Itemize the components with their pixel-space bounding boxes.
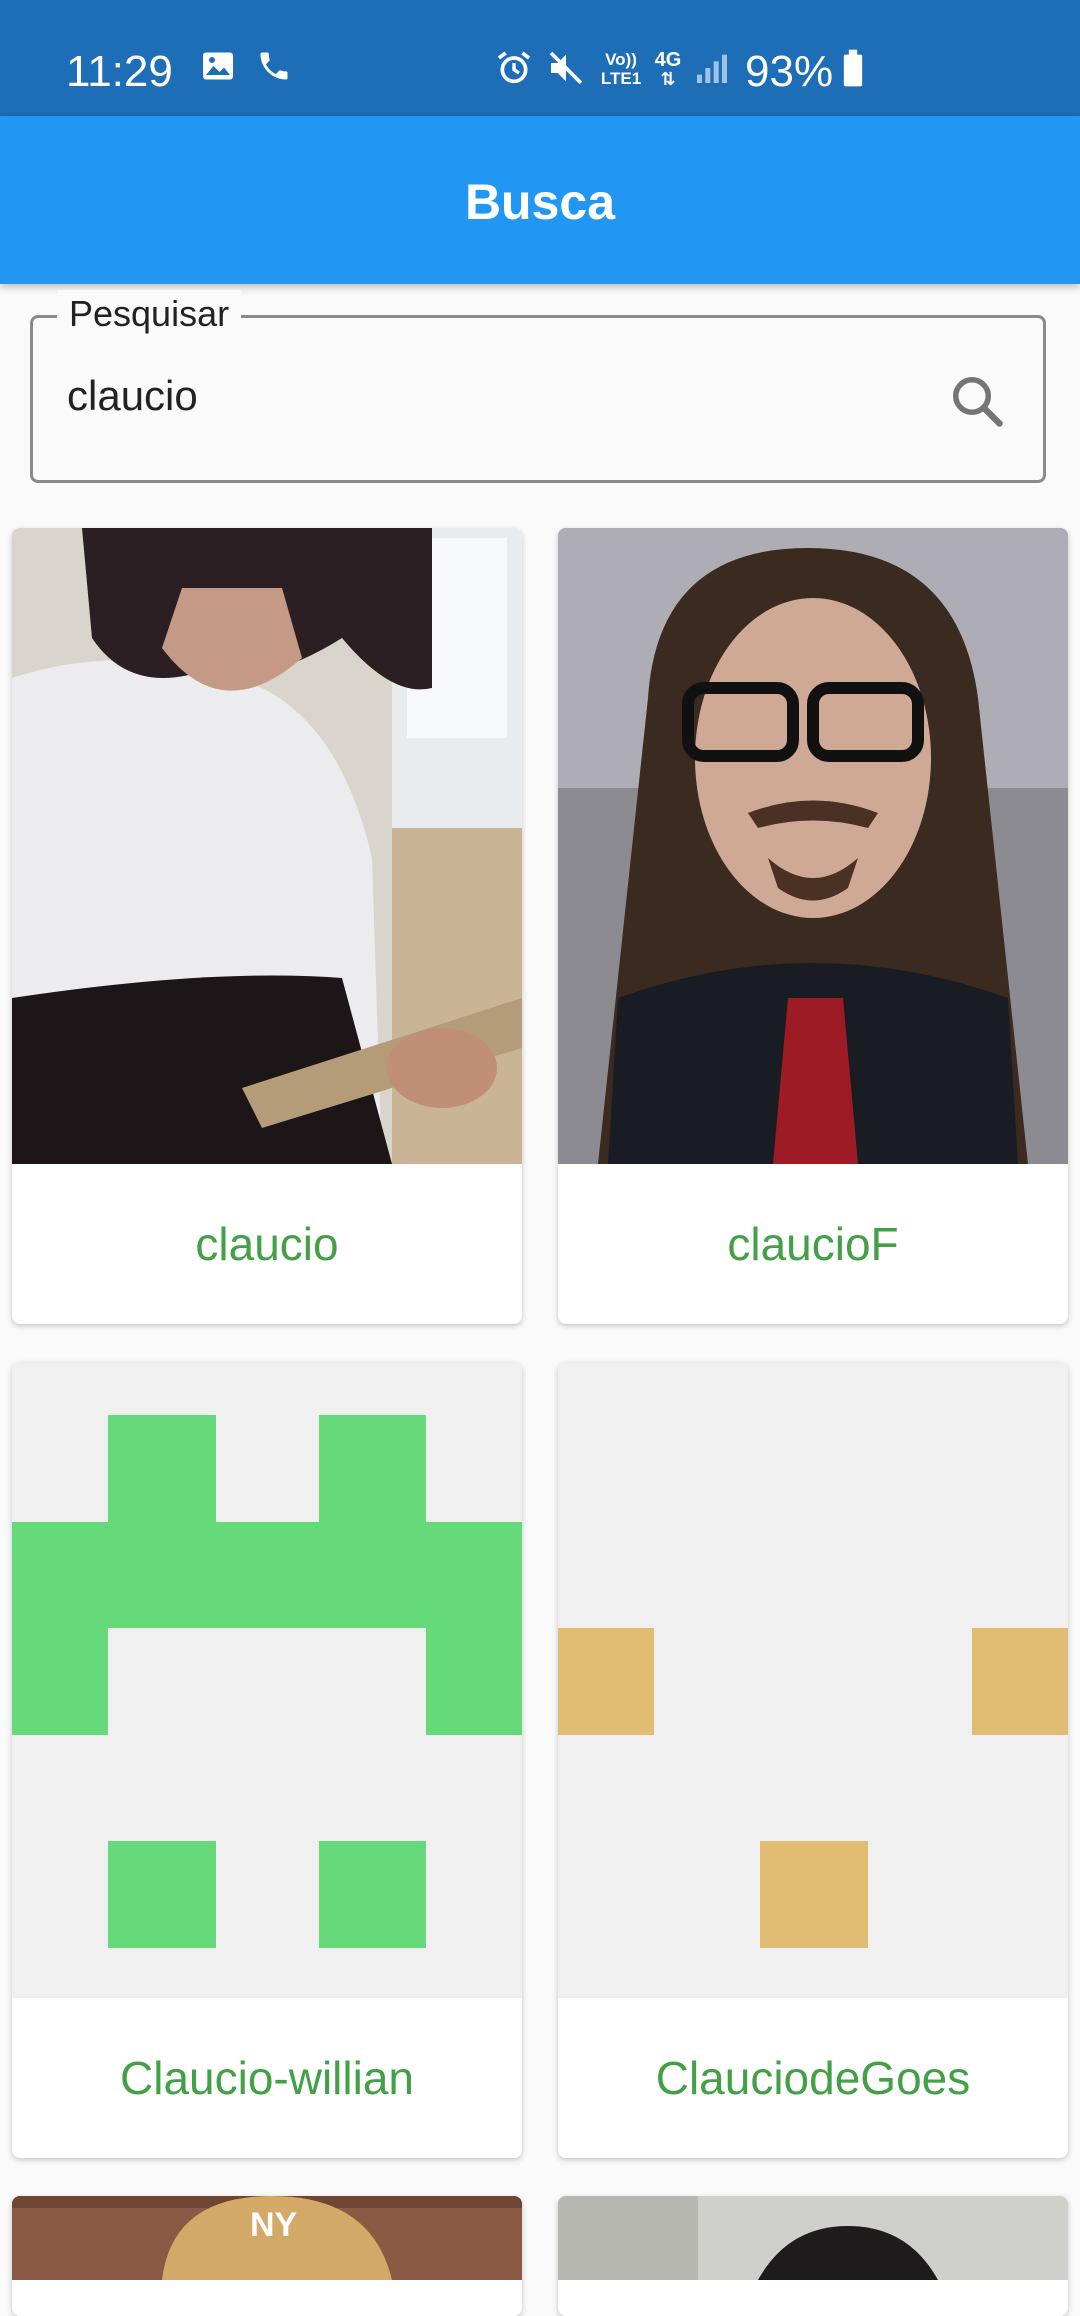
identicon-avatar	[12, 1362, 522, 1998]
user-photo	[558, 528, 1068, 1164]
signal-icon	[697, 54, 727, 83]
username-label: claucioF	[727, 1218, 899, 1270]
search-field[interactable]: Pesquisar claucio	[30, 290, 1046, 483]
battery-percent: 93%	[745, 47, 834, 96]
user-card-claucio-willian[interactable]: Claucio-willian	[12, 1362, 522, 2158]
user-photo	[12, 528, 522, 1164]
user-avatar	[12, 528, 522, 1164]
status-time: 11:29	[66, 47, 173, 96]
data-arrows: ⇅	[660, 69, 676, 89]
username-label: Claucio-willian	[120, 2052, 414, 2104]
user-card-partial[interactable]: NY	[12, 2196, 522, 2316]
user-photo: NY	[12, 2196, 522, 2280]
cap-logo: NY	[250, 2206, 298, 2244]
user-card-claucio[interactable]: claucio	[12, 528, 522, 1324]
search-icon[interactable]	[947, 371, 1007, 431]
mute-icon	[549, 51, 583, 85]
user-card-partial[interactable]	[558, 2196, 1068, 2316]
volte-icon: Vo)) LTE1	[600, 50, 642, 88]
search-label: Pesquisar	[57, 290, 242, 338]
username-label: claucio	[195, 1218, 339, 1270]
user-avatar	[558, 528, 1068, 1164]
4g-label: 4G	[654, 49, 682, 71]
identicon-avatar	[558, 1362, 1068, 1998]
phone-icon	[260, 52, 288, 80]
user-avatar	[12, 1362, 522, 1998]
page-title: Busca	[464, 174, 616, 230]
4g-icon: 4G ⇅	[650, 50, 686, 88]
user-card-claucio-de-goes[interactable]: ClauciodeGoes	[558, 1362, 1068, 2158]
alarm-icon	[497, 51, 531, 84]
search-input[interactable]: claucio	[67, 368, 198, 424]
app-bar: Busca	[0, 116, 1080, 284]
battery-icon	[843, 49, 863, 87]
image-icon	[203, 52, 233, 80]
user-photo	[558, 2196, 1068, 2280]
user-card-claucioF[interactable]: claucioF	[558, 528, 1068, 1324]
user-avatar	[558, 1362, 1068, 1998]
status-bar: 11:29 Vo)) LTE1 4G ⇅ 93%	[0, 0, 1080, 116]
username-label: ClauciodeGoes	[655, 2052, 971, 2104]
